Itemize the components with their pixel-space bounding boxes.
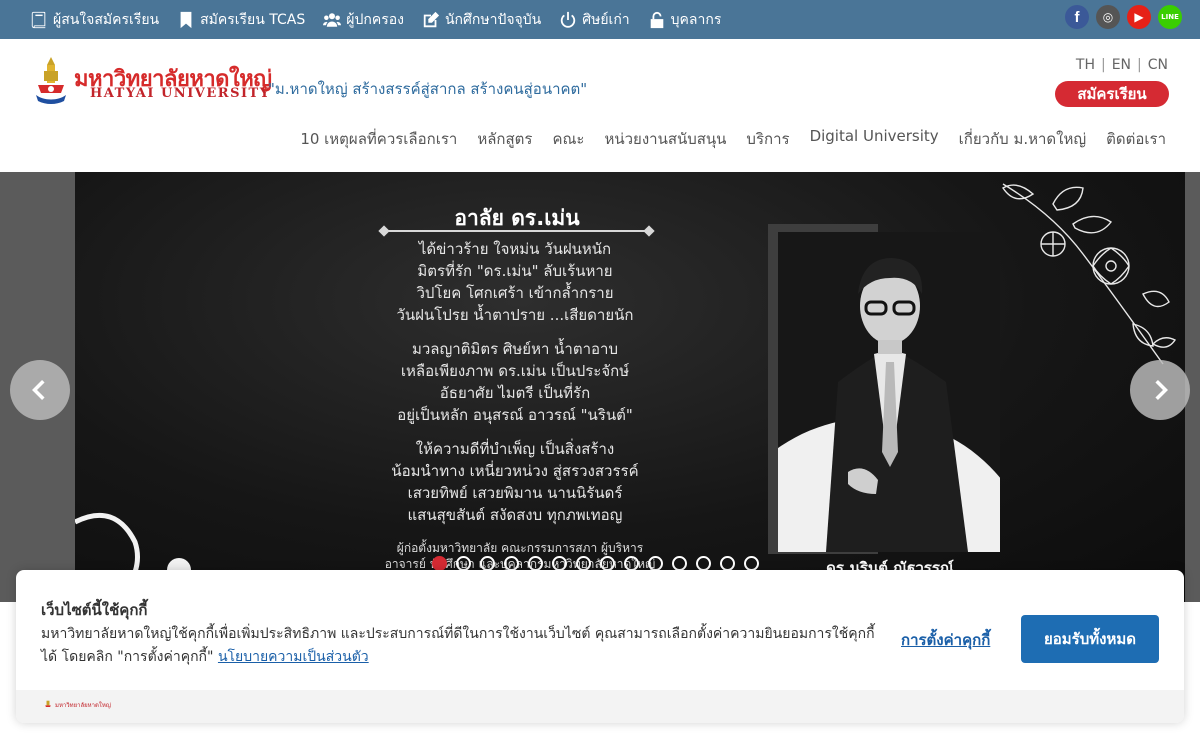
slider-dot[interactable] xyxy=(528,556,543,571)
cookie-title: เว็บไซต์นี้ใช้คุกกี้ xyxy=(41,601,148,619)
edit-icon xyxy=(423,11,440,27)
poem-footer-line: ผู้ก่อตั้งมหาวิทยาลัย คณะกรรมการสภา ผู้บ… xyxy=(396,541,644,555)
slider-dot[interactable] xyxy=(624,556,639,571)
poem-line: มวลญาติมิตร ศิษย์หา น้ำตาอาบ xyxy=(412,340,618,358)
cookie-footer-logo-text: มหาวิทยาลัยหาดใหญ่ xyxy=(55,701,111,709)
university-emblem-icon[interactable] xyxy=(32,55,70,107)
unlock-icon xyxy=(650,11,663,28)
poem-line: ให้ความดีที่บำเพ็ญ เป็นสิ่งสร้าง xyxy=(415,440,615,458)
portrait-photo xyxy=(778,232,1000,552)
link-staff[interactable]: บุคลากร xyxy=(648,9,722,31)
nav-digital-university[interactable]: Digital University xyxy=(810,127,939,151)
nav-10-reasons[interactable]: 10 เหตุผลที่ควรเลือกเรา xyxy=(300,127,457,151)
poem-divider xyxy=(384,230,649,232)
facebook-icon[interactable]: f xyxy=(1065,5,1089,29)
privacy-policy-link[interactable]: นโยบายความเป็นส่วนตัว xyxy=(218,649,369,665)
lang-th[interactable]: TH xyxy=(1076,57,1095,73)
poem-line: อยู่เป็นหลัก อนุสรณ์ อาวรณ์ "นรินต์" xyxy=(397,406,633,424)
accept-all-button[interactable]: ยอมรับทั้งหมด xyxy=(1021,615,1159,663)
bookmark-icon xyxy=(180,11,192,28)
cookie-message-text: มหาวิทยาลัยหาดใหญ่ใช้คุกกี้เพื่อเพิ่มประ… xyxy=(41,626,875,665)
poem-line: วิปโยค โศกเศร้า เข้ากล้ำกราย xyxy=(416,284,614,302)
link-label: สมัครเรียน TCAS xyxy=(200,11,306,28)
hero-slider: อาลัย ดร.เม่น ได้ข่าวร้าย ใจหม่น วันฝนหน… xyxy=(0,172,1200,602)
nav-contact[interactable]: ติดต่อเรา xyxy=(1106,127,1166,151)
nav-faculties[interactable]: คณะ xyxy=(552,127,584,151)
slider-dot[interactable] xyxy=(672,556,687,571)
slider-dot[interactable] xyxy=(504,556,519,571)
top-bar: ผู้สนใจสมัครเรียน สมัครเรียน TCAS ผู้ปกค… xyxy=(0,0,1200,39)
nav-about[interactable]: เกี่ยวกับ ม.หาดใหญ่ xyxy=(959,127,1087,151)
floral-decoration-icon xyxy=(1002,183,1177,365)
slider-dot[interactable] xyxy=(600,556,615,571)
link-tcas[interactable]: สมัครเรียน TCAS xyxy=(177,9,305,31)
lang-cn[interactable]: CN xyxy=(1148,57,1168,73)
instagram-icon[interactable]: ◎ xyxy=(1096,5,1120,29)
link-current-students[interactable]: นักศึกษาปัจจุบัน xyxy=(422,9,541,31)
book-icon xyxy=(31,11,46,28)
poem-line: เสวยทิพย์ เสวยพิมาน นานนิรันดร์ xyxy=(407,484,623,502)
university-emblem-icon xyxy=(45,700,51,708)
cookie-message: มหาวิทยาลัยหาดใหญ่ใช้คุกกี้เพื่อเพิ่มประ… xyxy=(41,623,881,669)
nav-services[interactable]: บริการ xyxy=(746,127,789,151)
slider-dot[interactable] xyxy=(432,556,447,571)
slider-dot[interactable] xyxy=(648,556,663,571)
line-icon[interactable]: LINE xyxy=(1158,5,1182,29)
link-label: นักศึกษาปัจจุบัน xyxy=(444,11,542,28)
poem-line: น้อมนำทาง เหนี่ยวหน่วง สู่สรวงสวรรค์ xyxy=(391,462,639,480)
power-icon xyxy=(561,11,576,28)
chevron-right-icon xyxy=(1155,379,1168,401)
slider-dot[interactable] xyxy=(576,556,591,571)
poem-line: ได้ข่าวร้าย ใจหม่น วันฝนหนัก xyxy=(418,240,612,258)
poem-stanza: ได้ข่าวร้าย ใจหม่น วันฝนหนัก มิตรที่รัก … xyxy=(365,238,665,326)
portrait-figure xyxy=(826,258,968,552)
audience-links: ผู้สนใจสมัครเรียน สมัครเรียน TCAS ผู้ปกค… xyxy=(30,0,721,39)
youtube-icon[interactable]: ▶ xyxy=(1127,5,1151,29)
slogan: "ม.หาดใหญ่ สร้างสรรค์สู่สากล สร้างคนสู่อ… xyxy=(268,80,588,98)
link-label: ผู้ปกครอง xyxy=(346,11,404,28)
link-alumni[interactable]: ศิษย์เก่า xyxy=(559,9,630,31)
slider-dot[interactable] xyxy=(480,556,495,571)
slider-dot[interactable] xyxy=(744,556,759,571)
nav-support-units[interactable]: หน่วยงานสนับสนุน xyxy=(604,127,726,151)
poem: ได้ข่าวร้าย ใจหม่น วันฝนหนัก มิตรที่รัก … xyxy=(365,238,665,538)
poem-stanza: ให้ความดีที่บำเพ็ญ เป็นสิ่งสร้าง น้อมนำท… xyxy=(365,438,665,526)
slider-prev-button[interactable] xyxy=(10,360,70,420)
link-label: ผู้สนใจสมัครเรียน xyxy=(53,11,160,28)
slider-dot[interactable] xyxy=(456,556,471,571)
poem-line: วันฝนโปรย น้ำตาปราย ...เสียดายนัก xyxy=(396,306,634,324)
lang-separator: | xyxy=(1100,57,1106,73)
poem-line: อัธยาศัย ไมตรี เป็นที่รัก xyxy=(439,384,591,402)
lang-separator: | xyxy=(1137,57,1142,73)
site-header: มหาวิทยาลัยหาดใหญ่ HATYAI UNIVERSITY "ม.… xyxy=(0,39,1200,172)
cookie-consent-banner: เว็บไซต์นี้ใช้คุกกี้ มหาวิทยาลัยหาดใหญ่ใ… xyxy=(16,570,1184,723)
poem-line: มิตรที่รัก "ดร.เม่น" ลับเร้นหาย xyxy=(417,262,613,280)
cookie-settings-link[interactable]: การตั้งค่าคุกกี้ xyxy=(901,628,990,652)
nav-programs[interactable]: หลักสูตร xyxy=(477,127,532,151)
university-name-english[interactable]: HATYAI UNIVERSITY xyxy=(90,86,271,101)
poem-stanza: มวลญาติมิตร ศิษย์หา น้ำตาอาบ เหลือเพียงภ… xyxy=(365,338,665,426)
slider-dot[interactable] xyxy=(552,556,567,571)
link-label: ศิษย์เก่า xyxy=(582,11,630,28)
cookie-footer: มหาวิทยาลัยหาดใหญ่ xyxy=(16,690,1184,723)
chevron-left-icon xyxy=(32,379,45,401)
poem-line: เหลือเพียงภาพ ดร.เม่น เป็นประจักษ์ xyxy=(400,362,630,380)
slider-dot[interactable] xyxy=(720,556,735,571)
cookie-footer-logo: มหาวิทยาลัยหาดใหญ่ xyxy=(44,699,111,710)
language-switcher: TH | EN | CN xyxy=(1076,57,1168,73)
link-prospective-students[interactable]: ผู้สนใจสมัครเรียน xyxy=(30,9,159,31)
poem-line: แสนสุขสันต์ สงัดสงบ ทุกภพเทอญ xyxy=(407,506,623,524)
users-icon xyxy=(323,12,342,27)
main-nav: 10 เหตุผลที่ควรเลือกเรา หลักสูตร คณะ หน่… xyxy=(300,127,1166,151)
social-links: f ◎ ▶ LINE xyxy=(1065,5,1182,29)
slider-dot[interactable] xyxy=(696,556,711,571)
enroll-button[interactable]: สมัครเรียน xyxy=(1055,81,1169,107)
link-label: บุคลากร xyxy=(670,11,722,28)
slider-next-button[interactable] xyxy=(1130,360,1190,420)
slide[interactable]: อาลัย ดร.เม่น ได้ข่าวร้าย ใจหม่น วันฝนหน… xyxy=(75,172,1185,602)
slider-pagination xyxy=(432,556,759,571)
lang-en[interactable]: EN xyxy=(1112,57,1131,73)
link-parents[interactable]: ผู้ปกครอง xyxy=(323,9,404,31)
